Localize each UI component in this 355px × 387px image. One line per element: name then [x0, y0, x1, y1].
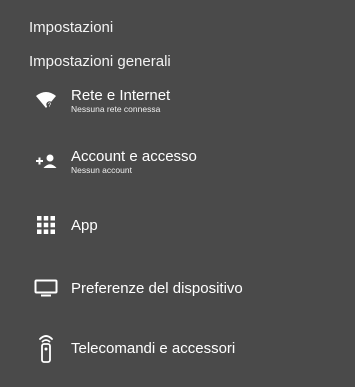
wifi-icon: ?: [34, 88, 58, 112]
section-heading: Impostazioni generali: [29, 53, 171, 70]
settings-item-label: Account e accesso: [71, 147, 197, 165]
settings-item-accounts[interactable]: Account e accesso Nessun account: [29, 141, 345, 181]
settings-item-label: Telecomandi e accessori: [71, 339, 236, 357]
apps-grid-icon: [34, 213, 58, 237]
settings-item-sublabel: Nessuna rete connessa: [71, 103, 161, 114]
remote-icon: [34, 335, 58, 363]
settings-item-sublabel: Nessun account: [71, 164, 132, 175]
settings-item-apps[interactable]: App: [29, 205, 345, 245]
settings-item-label: Rete e Internet: [71, 86, 171, 104]
settings-item-device-preferences[interactable]: Preferenze del dispositivo: [29, 268, 345, 308]
page-title: Impostazioni: [29, 19, 114, 36]
add-account-icon: [34, 149, 58, 173]
settings-item-network[interactable]: ? Rete e Internet Nessuna rete connessa: [29, 80, 345, 120]
tv-icon: [34, 276, 58, 300]
settings-item-remotes[interactable]: Telecomandi e accessori: [29, 328, 345, 368]
settings-item-label: App: [71, 216, 98, 234]
settings-item-label: Preferenze del dispositivo: [71, 279, 243, 297]
settings-panel: Impostazioni Impostazioni generali ? Ret…: [0, 0, 355, 387]
